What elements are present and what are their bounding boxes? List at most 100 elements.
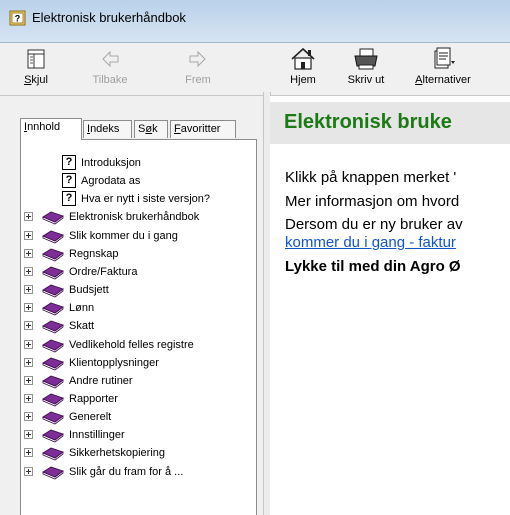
book-icon [42, 357, 64, 371]
content-closing-line: Lykke til med din Agro Ø [285, 258, 461, 275]
svg-text:?: ? [15, 14, 21, 24]
tree-book-label: Lønn [69, 302, 95, 314]
tree-topic-item[interactable]: ? Introduksjon [21, 154, 256, 172]
book-icon [42, 411, 64, 425]
content-line-1: Klikk på knappen merket ' [285, 169, 457, 186]
tree-book-item[interactable]: Generelt [21, 408, 256, 426]
expand-icon[interactable] [24, 467, 33, 476]
book-icon [42, 302, 64, 316]
hide-pane-icon [27, 49, 45, 69]
tree-book-item[interactable]: Skatt [21, 317, 256, 335]
tree-book-label: Slik går du fram for å ... [69, 466, 184, 478]
expand-icon[interactable] [24, 285, 33, 294]
book-icon [42, 230, 64, 244]
book-icon [42, 211, 64, 225]
book-icon [42, 466, 64, 480]
help-file-icon: ? [9, 10, 26, 26]
home-button[interactable]: Hjem [277, 46, 329, 92]
tree-book-item[interactable]: Elektronisk brukerhåndbok [21, 208, 256, 226]
help-topic-icon: ? [62, 191, 76, 206]
tree-book-item[interactable]: Andre rutiner [21, 372, 256, 390]
expand-icon[interactable] [24, 412, 33, 421]
expand-icon[interactable] [24, 321, 33, 330]
content-line-2: Mer informasjon om hvord [285, 193, 460, 210]
book-icon [42, 375, 64, 389]
book-icon [42, 429, 64, 443]
tree-book-item[interactable]: Lønn [21, 299, 256, 317]
tree-topic-label: Agrodata as [81, 175, 141, 187]
hide-button[interactable]: Skjul [10, 46, 62, 92]
expand-icon[interactable] [24, 448, 33, 457]
tree-book-item[interactable]: Rapporter [21, 390, 256, 408]
tab-sok[interactable]: Søk [134, 120, 168, 138]
tree-book-item[interactable]: Sikkerhetskopiering [21, 444, 256, 462]
tree-book-item[interactable]: Ordre/Faktura [21, 263, 256, 281]
book-icon [42, 393, 64, 407]
window-title: Elektronisk brukerhåndbok [32, 10, 186, 25]
forward-arrow-icon [189, 50, 206, 68]
tree-topic-label: Introduksjon [81, 157, 141, 169]
tree-book-label: Skatt [69, 320, 95, 332]
contents-tree[interactable]: ? Introduksjon? Agrodata as? Hva er nytt i … [20, 139, 257, 515]
printer-icon [354, 48, 378, 70]
toolbar: Skjul Tilbake Frem Hjem Skriv ut Alterna… [0, 43, 510, 96]
print-button[interactable]: Skriv ut [340, 46, 392, 92]
tree-book-label: Sikkerhetskopiering [69, 447, 165, 459]
expand-icon[interactable] [24, 303, 33, 312]
book-icon [42, 339, 64, 353]
page-title: Elektronisk bruke [284, 111, 452, 133]
expand-icon[interactable] [24, 358, 33, 367]
tree-book-label: Slik kommer du i gang [69, 230, 178, 242]
help-topic-icon: ? [62, 173, 76, 188]
expand-icon[interactable] [24, 267, 33, 276]
tree-book-item[interactable]: Slik kommer du i gang [21, 227, 256, 245]
content-line-3: Dersom du er ny bruker av [285, 216, 463, 233]
tree-book-label: Elektronisk brukerhåndbok [69, 211, 200, 223]
tree-book-item[interactable]: Vedlikehold felles registre [21, 336, 256, 354]
home-icon [291, 47, 315, 70]
tree-book-label: Rapporter [69, 393, 118, 405]
tab-innhold[interactable]: Innhold [20, 118, 82, 140]
tree-topic-item[interactable]: ? Hva er nytt i siste versjon? [21, 190, 256, 208]
expand-icon[interactable] [24, 430, 33, 439]
book-icon [42, 266, 64, 280]
back-button[interactable]: Tilbake [84, 46, 136, 92]
help-topic-icon: ? [62, 155, 76, 170]
back-arrow-icon [102, 50, 119, 68]
tree-book-label: Andre rutiner [69, 375, 133, 387]
book-icon [42, 320, 64, 334]
title-bar: ? Elektronisk brukerhåndbok [0, 0, 510, 43]
tree-book-item[interactable]: Budsjett [21, 281, 256, 299]
tree-book-label: Innstillinger [69, 429, 125, 441]
forward-button[interactable]: Frem [172, 46, 224, 92]
expand-icon[interactable] [24, 376, 33, 385]
book-icon [42, 284, 64, 298]
expand-icon[interactable] [24, 212, 33, 221]
tree-topic-item[interactable]: ? Agrodata as [21, 172, 256, 190]
expand-icon[interactable] [24, 249, 33, 258]
tree-book-label: Ordre/Faktura [69, 266, 138, 278]
tree-book-label: Vedlikehold felles registre [69, 339, 194, 351]
book-icon [42, 447, 64, 461]
tree-book-item[interactable]: Slik går du fram for å ... [21, 463, 256, 481]
content-banner: Elektronisk bruke [270, 102, 510, 144]
options-icon [434, 47, 455, 69]
tree-book-item[interactable]: Klientopplysninger [21, 354, 256, 372]
tree-book-item[interactable]: Regnskap [21, 245, 256, 263]
expand-icon[interactable] [24, 231, 33, 240]
tab-favoritter[interactable]: Favoritter [170, 120, 236, 138]
options-button[interactable]: Alternativer [410, 46, 476, 92]
expand-icon[interactable] [24, 394, 33, 403]
tree-book-label: Regnskap [69, 248, 119, 260]
tree-book-label: Generelt [69, 411, 112, 423]
book-icon [42, 248, 64, 262]
tree-book-item[interactable]: Innstillinger [21, 426, 256, 444]
content-pane: Elektronisk bruke Klikk på knappen merke… [270, 96, 510, 515]
getting-started-link[interactable]: kommer du i gang - faktur [285, 234, 456, 251]
tree-book-label: Budsjett [69, 284, 109, 296]
tree-book-label: Klientopplysninger [69, 357, 159, 369]
navigation-pane: Innhold Indeks Søk Favoritter ? Introduks… [0, 96, 262, 515]
tab-indeks[interactable]: Indeks [83, 120, 132, 138]
expand-icon[interactable] [24, 340, 33, 349]
tree-topic-label: Hva er nytt i siste versjon? [81, 193, 210, 205]
